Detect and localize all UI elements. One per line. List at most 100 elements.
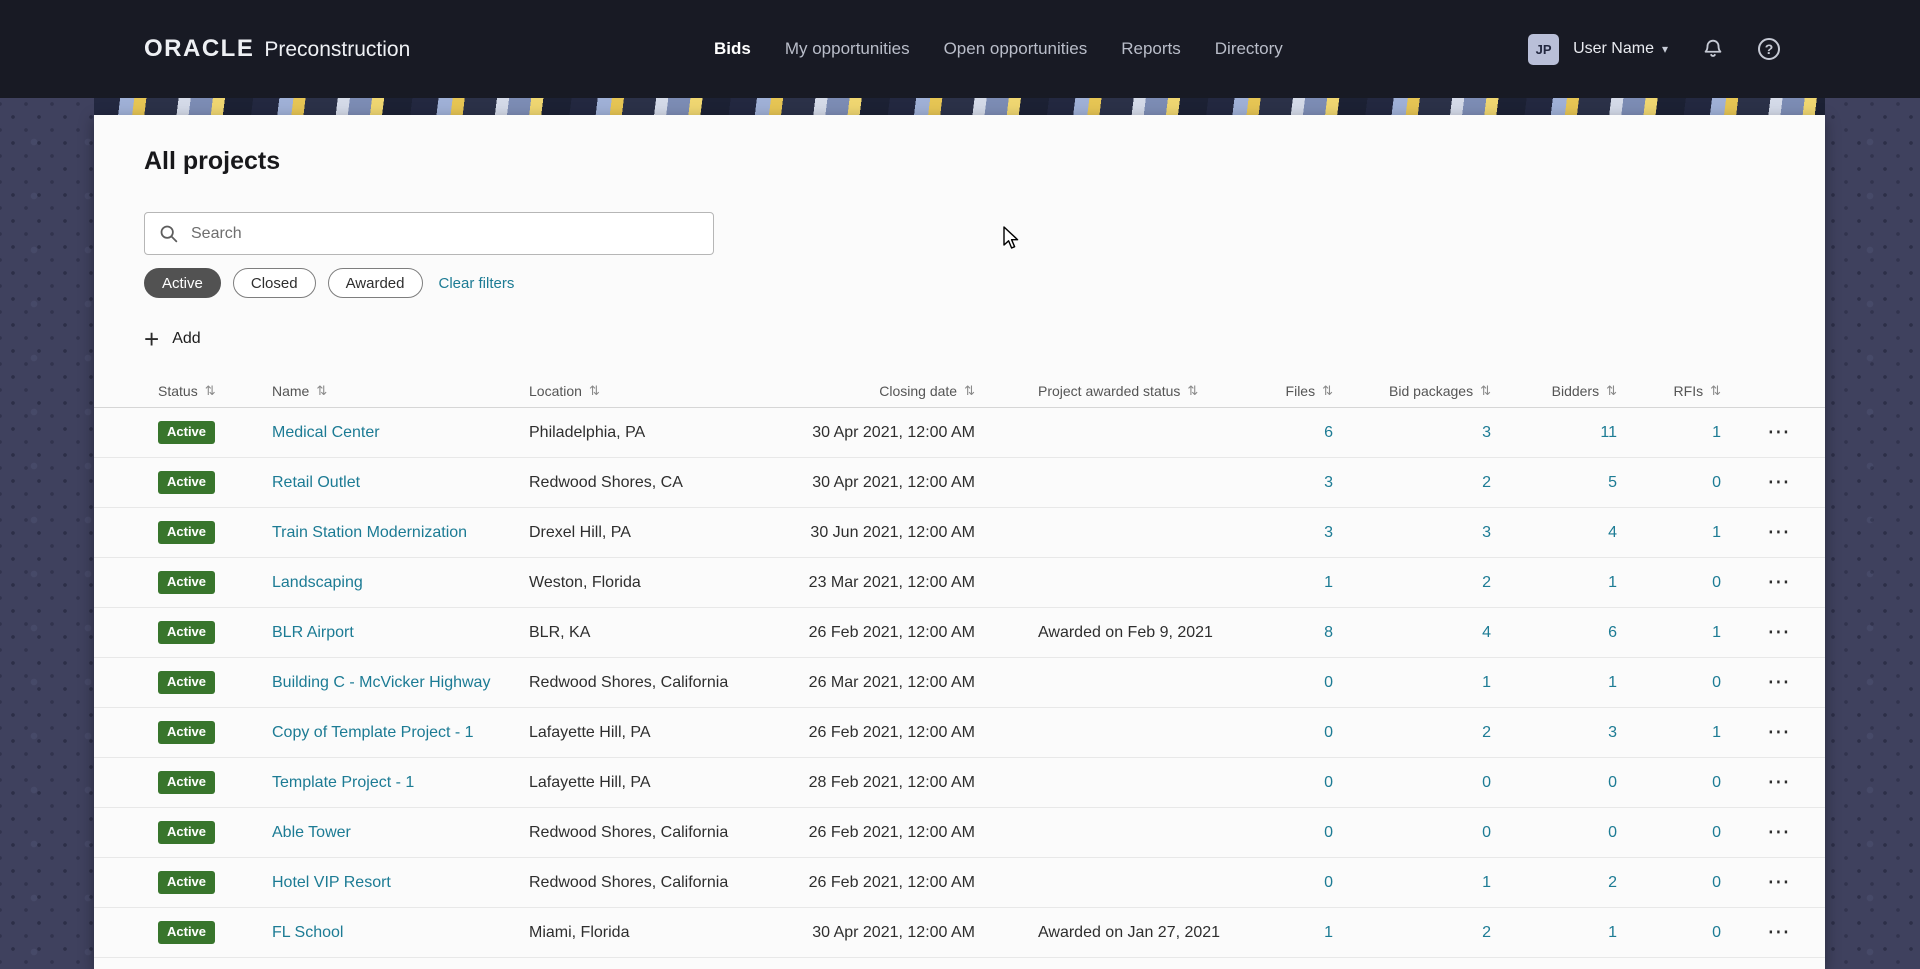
filter-chip-closed[interactable]: Closed	[232, 268, 316, 298]
files-count-link[interactable]: 3	[1324, 474, 1333, 491]
rfis-count-link[interactable]: 1	[1712, 724, 1721, 741]
row-actions-button[interactable]: ⋯	[1767, 621, 1790, 644]
bidders-cell: 0	[1491, 774, 1617, 792]
bidders-count-link[interactable]: 11	[1600, 424, 1617, 441]
project-name-link[interactable]: Medical Center	[272, 424, 380, 441]
bidders-count-link[interactable]: 1	[1608, 574, 1617, 591]
nav-item-bids[interactable]: Bids	[714, 39, 751, 59]
column-header-bid-packages[interactable]: Bid packages ⇅	[1333, 383, 1491, 399]
row-actions-button[interactable]: ⋯	[1767, 521, 1790, 544]
project-name-link[interactable]: Able Tower	[272, 824, 351, 841]
row-actions-button[interactable]: ⋯	[1767, 821, 1790, 844]
project-name-link[interactable]: Train Station Modernization	[272, 524, 467, 541]
column-header-bidders[interactable]: Bidders ⇅	[1491, 383, 1617, 399]
project-name-link[interactable]: BLR Airport	[272, 624, 354, 641]
bid-packages-count-link[interactable]: 1	[1482, 874, 1491, 891]
rfis-count-link[interactable]: 1	[1712, 524, 1721, 541]
bid-packages-count-link[interactable]: 2	[1482, 574, 1491, 591]
closing-date-cell: 26 Feb 2021, 12:00 AM	[808, 823, 975, 841]
bid-packages-count-link[interactable]: 0	[1482, 774, 1491, 791]
files-count-link[interactable]: 0	[1324, 874, 1333, 891]
files-cell: 0	[1249, 824, 1333, 842]
rfis-count-link[interactable]: 0	[1712, 474, 1721, 491]
notifications-button[interactable]	[1702, 37, 1724, 62]
bid-packages-count-link[interactable]: 4	[1482, 624, 1491, 641]
project-name-link[interactable]: FL School	[272, 924, 343, 941]
bid-packages-count-link[interactable]: 3	[1482, 424, 1491, 441]
bidders-count-link[interactable]: 0	[1608, 824, 1617, 841]
files-cell: 0	[1249, 674, 1333, 692]
name-cell: BLR Airport	[272, 624, 529, 642]
bid-packages-count-link[interactable]: 2	[1482, 724, 1491, 741]
project-name-link[interactable]: Landscaping	[272, 574, 363, 591]
column-header-project-awarded-status[interactable]: Project awarded status ⇅	[975, 383, 1249, 399]
nav-item-reports[interactable]: Reports	[1121, 39, 1181, 59]
project-name-link[interactable]: Retail Outlet	[272, 474, 360, 491]
bidders-count-link[interactable]: 0	[1608, 774, 1617, 791]
column-header-location[interactable]: Location ⇅	[529, 383, 794, 399]
rfis-count-link[interactable]: 0	[1712, 574, 1721, 591]
location-cell: Redwood Shores, CA	[529, 473, 683, 491]
row-actions-button[interactable]: ⋯	[1767, 871, 1790, 894]
rfis-count-link[interactable]: 1	[1712, 424, 1721, 441]
files-count-link[interactable]: 0	[1324, 724, 1333, 741]
row-actions-button[interactable]: ⋯	[1767, 671, 1790, 694]
files-count-link[interactable]: 0	[1324, 824, 1333, 841]
bidders-count-link[interactable]: 6	[1608, 624, 1617, 641]
row-actions-button[interactable]: ⋯	[1767, 421, 1790, 444]
bidders-count-link[interactable]: 1	[1608, 924, 1617, 941]
user-menu[interactable]: User Name ▾	[1573, 40, 1668, 58]
bidders-count-link[interactable]: 5	[1608, 474, 1617, 491]
bidders-count-link[interactable]: 4	[1608, 524, 1617, 541]
add-project-button[interactable]: + Add	[144, 326, 201, 352]
project-name-link[interactable]: Copy of Template Project - 1	[272, 724, 474, 741]
rfis-count-link[interactable]: 1	[1712, 624, 1721, 641]
row-actions-button[interactable]: ⋯	[1767, 921, 1790, 944]
status-cell: Active	[158, 471, 272, 494]
column-header-status[interactable]: Status ⇅	[158, 383, 272, 399]
bidders-count-link[interactable]: 3	[1608, 724, 1617, 741]
files-count-link[interactable]: 3	[1324, 524, 1333, 541]
column-header-name[interactable]: Name ⇅	[272, 383, 529, 399]
row-actions-button[interactable]: ⋯	[1767, 471, 1790, 494]
bid-packages-count-link[interactable]: 2	[1482, 474, 1491, 491]
rfis-count-link[interactable]: 0	[1712, 674, 1721, 691]
row-actions-button[interactable]: ⋯	[1767, 771, 1790, 794]
row-actions-button[interactable]: ⋯	[1767, 571, 1790, 594]
bid-packages-count-link[interactable]: 0	[1482, 824, 1491, 841]
bidders-count-link[interactable]: 2	[1608, 874, 1617, 891]
bid-packages-count-link[interactable]: 2	[1482, 924, 1491, 941]
bidders-count-link[interactable]: 1	[1608, 674, 1617, 691]
bid-packages-count-link[interactable]: 1	[1482, 674, 1491, 691]
column-header-closing-date[interactable]: Closing date ⇅	[794, 383, 975, 399]
search-input[interactable]	[144, 212, 714, 255]
project-name-link[interactable]: Template Project - 1	[272, 774, 414, 791]
files-count-link[interactable]: 1	[1324, 574, 1333, 591]
files-count-link[interactable]: 6	[1324, 424, 1333, 441]
nav-item-my-opportunities[interactable]: My opportunities	[785, 39, 910, 59]
filter-chip-active[interactable]: Active	[144, 268, 221, 298]
bidders-cell: 1	[1491, 574, 1617, 592]
help-button[interactable]: ?	[1758, 38, 1780, 60]
column-header-files[interactable]: Files ⇅	[1249, 383, 1333, 399]
project-name-link[interactable]: Building C - McVicker Highway	[272, 674, 490, 691]
files-count-link[interactable]: 8	[1324, 624, 1333, 641]
rfis-count-link[interactable]: 0	[1712, 924, 1721, 941]
rfis-count-link[interactable]: 0	[1712, 874, 1721, 891]
oracle-preconstruction-logo[interactable]: ORACLE Preconstruction	[144, 35, 410, 63]
files-count-link[interactable]: 0	[1324, 674, 1333, 691]
avatar[interactable]: JP	[1528, 33, 1560, 65]
files-count-link[interactable]: 0	[1324, 774, 1333, 791]
nav-item-directory[interactable]: Directory	[1215, 39, 1283, 59]
project-name-link[interactable]: Hotel VIP Resort	[272, 874, 391, 891]
rfis-count-link[interactable]: 0	[1712, 774, 1721, 791]
row-actions-button[interactable]: ⋯	[1767, 721, 1790, 744]
column-header-rfis[interactable]: RFIs ⇅	[1617, 383, 1721, 399]
bid-packages-count-link[interactable]: 3	[1482, 524, 1491, 541]
rfis-count-link[interactable]: 0	[1712, 824, 1721, 841]
clear-filters-link[interactable]: Clear filters	[439, 275, 515, 292]
nav-item-open-opportunities[interactable]: Open opportunities	[944, 39, 1088, 59]
files-count-link[interactable]: 1	[1324, 924, 1333, 941]
filter-chip-awarded[interactable]: Awarded	[327, 268, 423, 298]
rfis-cell: 0	[1617, 824, 1721, 842]
